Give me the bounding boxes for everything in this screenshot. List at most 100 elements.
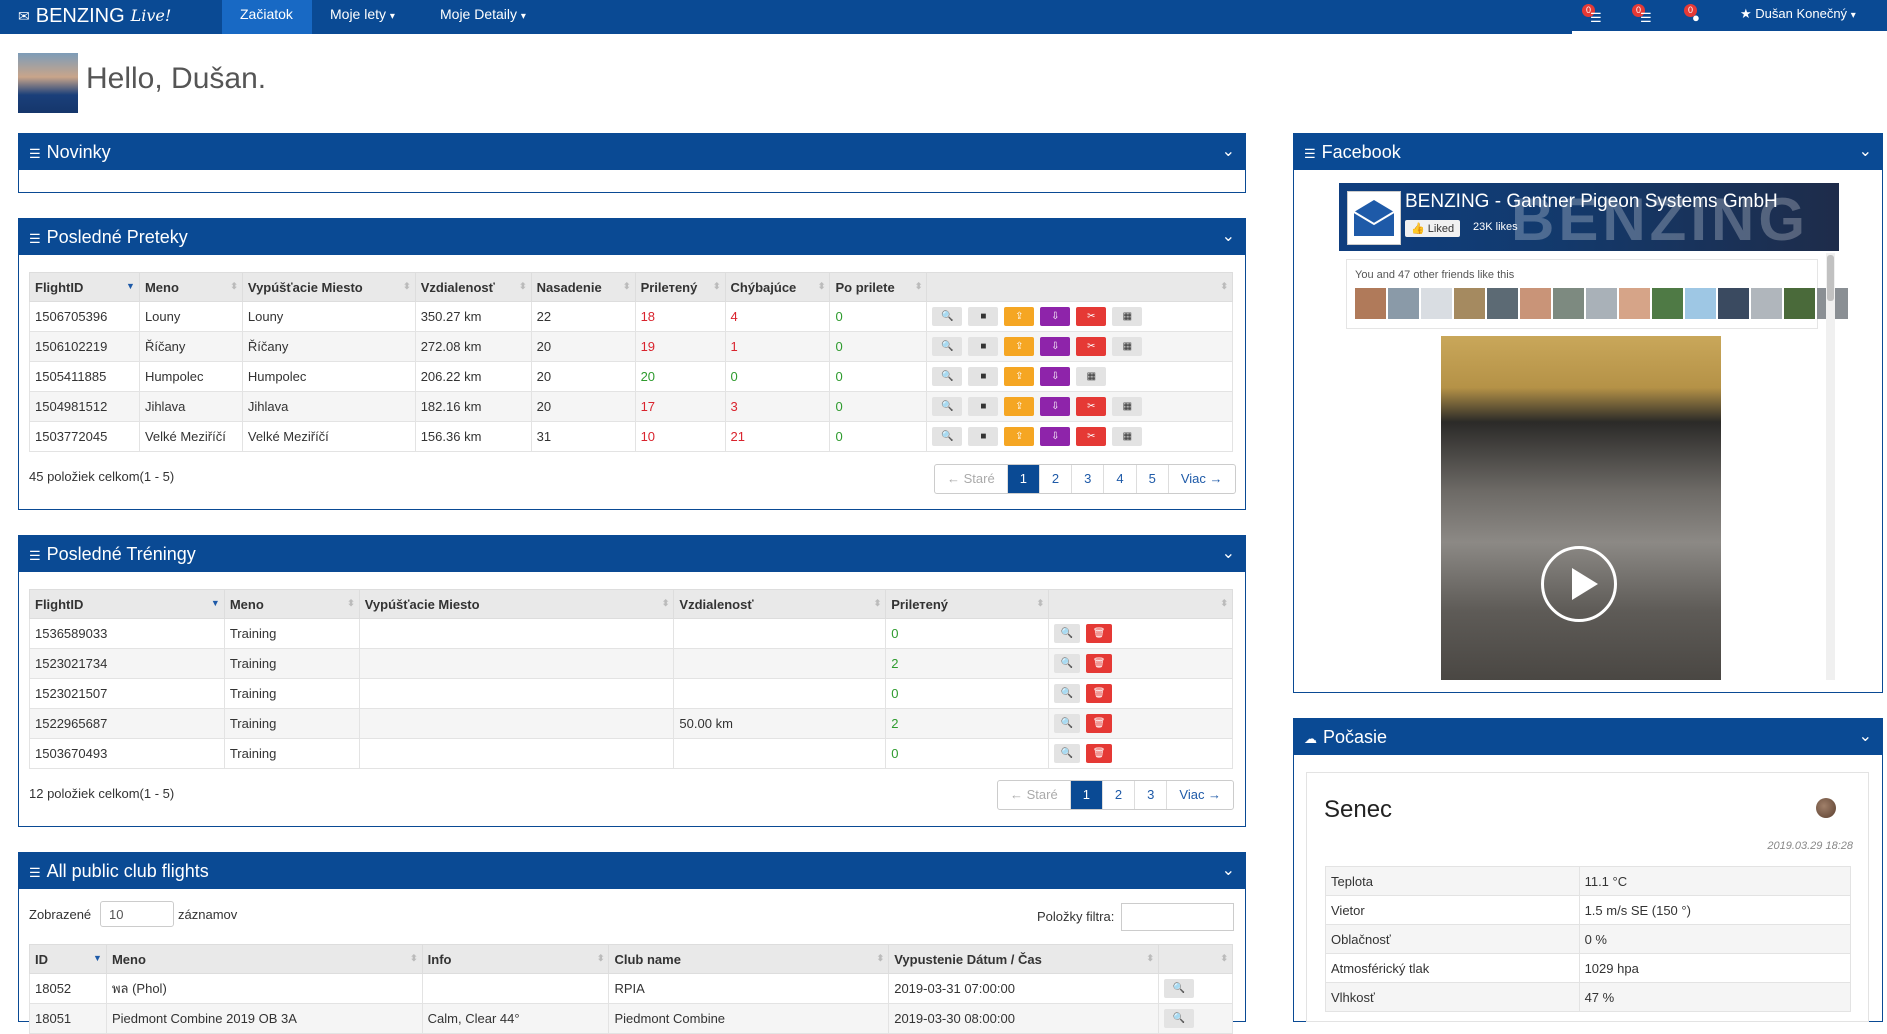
page-length-select[interactable] [100, 901, 174, 927]
upload-icon[interactable]: ⇪ [1004, 337, 1035, 356]
filter-input[interactable] [1121, 903, 1234, 931]
friend-avatar[interactable] [1784, 288, 1815, 319]
search-icon[interactable]: 🔍 [1054, 624, 1081, 643]
table-icon[interactable]: ▦ [1076, 367, 1107, 386]
upload-icon[interactable]: ⇪ [1004, 397, 1035, 416]
panel-header[interactable]: ☰ All public club flights ⌄ [19, 853, 1245, 889]
download-icon[interactable]: ⇩ [1040, 307, 1071, 326]
pager-page[interactable]: 5 [1135, 465, 1168, 493]
upload-icon[interactable]: ⇪ [1004, 307, 1035, 326]
notification-messages[interactable]: 0 ☰ [1582, 4, 1608, 26]
chevron-down-icon[interactable]: ⌄ [1859, 719, 1872, 755]
chevron-down-icon[interactable]: ⌄ [1222, 536, 1235, 572]
table-icon[interactable]: ▦ [1112, 397, 1143, 416]
pager-page[interactable]: 1 [1006, 465, 1039, 493]
col-basketed[interactable]: Nasadenie ⬍ [530, 272, 636, 302]
table-icon[interactable]: ▦ [1112, 337, 1143, 356]
trash-icon[interactable]: 🗑 [1086, 684, 1113, 703]
panel-header[interactable]: ☰ Facebook ⌄ [1294, 134, 1882, 170]
col-club-name[interactable]: Club name ⬍ [608, 944, 890, 974]
download-icon[interactable]: ⇩ [1040, 337, 1071, 356]
pager-next[interactable]: Viac → [1166, 781, 1233, 809]
col-name[interactable]: Meno ⬍ [105, 944, 423, 974]
col-name[interactable]: Meno ⬍ [223, 589, 360, 619]
trash-icon[interactable]: 🗑 [1086, 654, 1113, 673]
upload-icon[interactable]: ⇪ [1004, 367, 1035, 386]
trash-icon[interactable]: 🗑 [1086, 714, 1113, 733]
play-icon[interactable] [1541, 546, 1617, 622]
trash-icon[interactable]: 🗑 [1086, 624, 1113, 643]
table-icon[interactable]: ▦ [1112, 427, 1143, 446]
nav-home[interactable]: Začiatok [222, 0, 312, 34]
nav-my-details[interactable]: Moje Detaily ▾ [422, 0, 552, 34]
panel-header[interactable]: ☰ Posledné Tréningy ⌄ [19, 536, 1245, 572]
friend-avatar[interactable] [1355, 288, 1386, 319]
notification-alerts[interactable]: 0 ● [1684, 4, 1710, 26]
download-icon[interactable]: ⇩ [1040, 397, 1071, 416]
scrollbar-thumb[interactable] [1827, 255, 1834, 301]
search-icon[interactable]: 🔍 [932, 427, 963, 446]
notification-tasks[interactable]: 0 ☰ [1632, 4, 1658, 26]
facebook-scrollbar[interactable] [1826, 253, 1835, 680]
col-arrived[interactable]: Prilетený ⬍ [634, 272, 726, 302]
friend-avatar[interactable] [1388, 288, 1419, 319]
pager-page[interactable]: 2 [1101, 781, 1134, 809]
col-distance[interactable]: Vzdialenosť ⬍ [414, 272, 532, 302]
col-flightid[interactable]: FlightID ▼ [29, 272, 140, 302]
friend-avatar[interactable] [1619, 288, 1650, 319]
archive-icon[interactable]: ■ [968, 367, 999, 386]
archive-icon[interactable]: ■ [968, 337, 999, 356]
brand-logo[interactable]: ✉ BENZING Live! [18, 4, 171, 28]
panel-header[interactable]: ☰ Posledné Preteky ⌄ [19, 219, 1245, 255]
col-flightid[interactable]: FlightID ▼ [29, 589, 225, 619]
download-icon[interactable]: ⇩ [1040, 367, 1071, 386]
col-after-arrival[interactable]: Po prilete ⬍ [829, 272, 928, 302]
friend-avatar[interactable] [1586, 288, 1617, 319]
chevron-down-icon[interactable]: ⌄ [1222, 853, 1235, 889]
friend-avatar[interactable] [1685, 288, 1716, 319]
col-name[interactable]: Meno ⬍ [138, 272, 243, 302]
search-icon[interactable]: 🔍 [1054, 654, 1081, 673]
friend-avatar[interactable] [1487, 288, 1518, 319]
chevron-down-icon[interactable]: ⌄ [1859, 134, 1872, 170]
col-release-place[interactable]: Vypúšťacie Miesto ⬍ [241, 272, 416, 302]
cut-icon[interactable]: ✂ [1076, 307, 1107, 326]
search-icon[interactable]: 🔍 [932, 337, 963, 356]
download-icon[interactable]: ⇩ [1040, 427, 1071, 446]
col-id[interactable]: ID ▼ [29, 944, 107, 974]
col-release-place[interactable]: Vypúšťacie Miesto ⬍ [358, 589, 675, 619]
search-icon[interactable]: 🔍 [1163, 1009, 1194, 1028]
search-icon[interactable]: 🔍 [1054, 714, 1081, 733]
pager-prev[interactable]: ← Staré [935, 465, 1007, 493]
pager-page[interactable]: 3 [1071, 465, 1103, 493]
cut-icon[interactable]: ✂ [1076, 337, 1107, 356]
chevron-down-icon[interactable]: ⌄ [1222, 219, 1235, 255]
search-icon[interactable]: 🔍 [932, 367, 963, 386]
archive-icon[interactable]: ■ [968, 427, 999, 446]
search-icon[interactable]: 🔍 [932, 307, 963, 326]
friend-avatar[interactable] [1520, 288, 1551, 319]
pager-prev[interactable]: ← Staré [998, 781, 1070, 809]
panel-header[interactable]: ☰ Novinky ⌄ [19, 134, 1245, 170]
pager-page[interactable]: 4 [1103, 465, 1135, 493]
search-icon[interactable]: 🔍 [1054, 684, 1081, 703]
col-release-datetime[interactable]: Vypustenie Dátum / Čas ⬍ [888, 944, 1159, 974]
pager-page[interactable]: 2 [1038, 465, 1071, 493]
col-info[interactable]: Info ⬍ [421, 944, 610, 974]
pager-next[interactable]: Viac → [1167, 465, 1235, 493]
pager-page[interactable]: 1 [1069, 781, 1102, 809]
search-icon[interactable]: 🔍 [1163, 979, 1194, 998]
liked-button[interactable]: 👍 Liked [1405, 220, 1461, 237]
nav-my-flights[interactable]: Moje lety ▾ [312, 0, 422, 34]
search-icon[interactable]: 🔍 [1054, 744, 1081, 763]
col-arrived[interactable]: Prilетený ⬍ [885, 589, 1050, 619]
col-distance[interactable]: Vzdialenosť ⬍ [673, 589, 887, 619]
table-icon[interactable]: ▦ [1112, 307, 1143, 326]
facebook-video[interactable] [1441, 336, 1721, 680]
upload-icon[interactable]: ⇪ [1004, 427, 1035, 446]
friend-avatar[interactable] [1454, 288, 1485, 319]
friend-avatar[interactable] [1718, 288, 1749, 319]
facebook-cover[interactable]: BENZING BENZING - Gantner Pigeon Systems… [1339, 183, 1839, 253]
page-name[interactable]: BENZING - Gantner Pigeon Systems GmbH [1405, 191, 1778, 213]
cut-icon[interactable]: ✂ [1076, 397, 1107, 416]
